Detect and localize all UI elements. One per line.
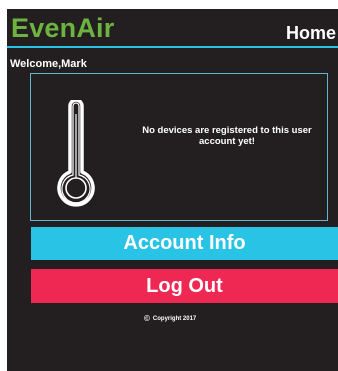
log-out-button[interactable]: Log Out (31, 269, 338, 303)
header: EvenAir Home (7, 9, 338, 46)
thermometer-icon (57, 100, 95, 207)
page-title: Home (286, 23, 337, 43)
welcome-text: Welcome,Mark (10, 58, 87, 70)
copyright-text: Copyright 2017 (152, 315, 197, 322)
empty-devices-message: No devices are registered to this user a… (142, 125, 312, 147)
header-divider (7, 46, 338, 48)
copyright-footer: © Copyright 2017 (144, 314, 196, 323)
brand-logo: EvenAir (11, 13, 115, 43)
device-panel: No devices are registered to this user a… (30, 73, 328, 221)
account-info-button[interactable]: Account Info (31, 227, 338, 260)
copyright-icon: © (144, 314, 150, 323)
app-screen: EvenAir Home Welcome,Mark No devices are… (7, 9, 338, 371)
